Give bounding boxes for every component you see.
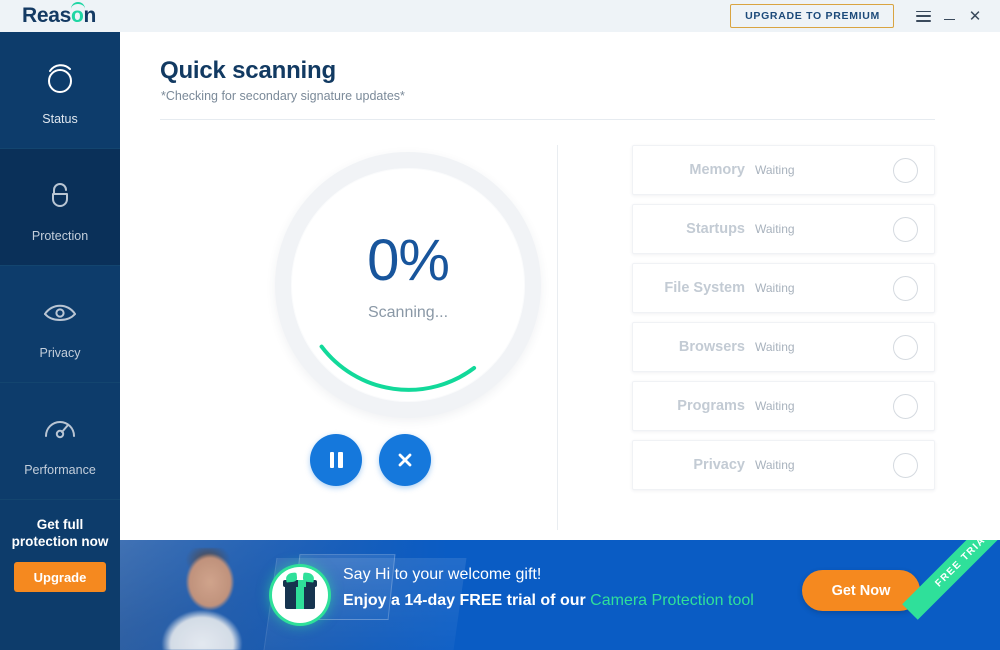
- logo-text-part2: n: [83, 4, 97, 27]
- scan-progress-panel: 0% Scanning...: [205, 142, 585, 486]
- pause-icon: [329, 452, 343, 468]
- sidebar-upgrade-button[interactable]: Upgrade: [14, 562, 106, 592]
- sidebar-item-label: Protection: [31, 228, 89, 243]
- stop-scan-button[interactable]: [379, 434, 431, 486]
- page-title: Quick scanning: [160, 57, 336, 84]
- gauge-icon: [39, 406, 81, 452]
- progress-percent: 0%: [367, 228, 450, 293]
- logo-accent-o: o: [71, 2, 86, 27]
- banner-text: Say Hi to your welcome gift! Enjoy a 14-…: [343, 566, 754, 610]
- progress-readout: 0% Scanning...: [275, 152, 541, 418]
- gift-box-shape: [283, 572, 317, 609]
- scan-item-status: Waiting: [755, 281, 795, 295]
- gift-icon: [272, 567, 328, 623]
- header-divider: [160, 119, 935, 120]
- title-bar: Reas on UPGRADE TO PREMIUM ✕: [0, 0, 1000, 32]
- sidebar-item-label: Privacy: [39, 345, 81, 360]
- progress-dial: 0% Scanning...: [275, 152, 541, 418]
- scan-item-indicator: [893, 275, 918, 301]
- logo-text-part1: Reas: [22, 4, 72, 27]
- banner-subline-prefix: Enjoy a 14-day FREE trial of our: [343, 592, 591, 609]
- scan-item-label: Programs: [677, 398, 745, 414]
- scan-item-startups[interactable]: Startups Waiting: [632, 204, 935, 254]
- progress-state: Scanning...: [367, 304, 449, 321]
- scan-item-status: Waiting: [755, 399, 795, 413]
- scan-item-label: Privacy: [693, 457, 745, 473]
- scan-item-label: Browsers: [678, 339, 745, 355]
- sidebar-promo: Get full protection now Upgrade: [0, 500, 120, 650]
- scan-item-label: File System: [664, 280, 745, 296]
- promo-title: Get full protection now: [11, 517, 109, 549]
- pause-scan-button[interactable]: [310, 434, 362, 486]
- scan-item-indicator: [893, 452, 918, 478]
- banner-headline: Say Hi to your welcome gift!: [343, 566, 542, 583]
- scan-item-indicator: [893, 393, 918, 419]
- sidebar-item-performance[interactable]: Performance: [0, 383, 120, 500]
- status-logo-icon: [40, 55, 80, 101]
- scan-items-list: Memory Waiting Startups Waiting File Sys…: [632, 145, 935, 499]
- main-content: Quick scanning *Checking for secondary s…: [120, 32, 1000, 540]
- scan-item-indicator: [893, 157, 918, 183]
- promo-banner[interactable]: Say Hi to your welcome gift! Enjoy a 14-…: [120, 540, 1000, 650]
- hamburger-menu-icon[interactable]: [910, 3, 936, 29]
- sidebar-item-privacy[interactable]: Privacy: [0, 266, 120, 383]
- scan-item-memory[interactable]: Memory Waiting: [632, 145, 935, 195]
- close-icon[interactable]: ✕: [962, 3, 988, 29]
- scan-item-status: Waiting: [755, 163, 795, 177]
- scan-item-label: Memory: [689, 162, 745, 178]
- app-logo: Reas on: [22, 2, 97, 28]
- sidebar-item-status[interactable]: Status: [0, 32, 120, 149]
- scan-item-status: Waiting: [755, 340, 795, 354]
- scan-item-indicator: [893, 334, 918, 360]
- sidebar-item-protection[interactable]: Protection: [0, 149, 120, 266]
- banner-subline: Enjoy a 14-day FREE trial of our Camera …: [343, 592, 754, 610]
- scan-item-privacy[interactable]: Privacy Waiting: [632, 440, 935, 490]
- banner-subline-highlight: Camera Protection tool: [590, 592, 754, 609]
- reason-antivirus-window: Reas on UPGRADE TO PREMIUM ✕ Status Prot…: [0, 0, 1000, 650]
- eye-icon: [38, 289, 82, 335]
- scan-item-label: Startups: [686, 221, 745, 237]
- titlebar-controls: UPGRADE TO PREMIUM ✕: [730, 3, 1000, 29]
- scan-controls: [310, 434, 431, 486]
- scan-item-status: Waiting: [755, 458, 795, 472]
- sidebar-item-label: Performance: [24, 462, 96, 477]
- upgrade-to-premium-button[interactable]: UPGRADE TO PREMIUM: [730, 4, 894, 28]
- sidebar-item-label: Status: [42, 111, 78, 126]
- minimize-icon[interactable]: [936, 3, 962, 29]
- scan-item-programs[interactable]: Programs Waiting: [632, 381, 935, 431]
- logo-swoosh-icon: [71, 2, 86, 9]
- close-icon: [398, 453, 412, 467]
- free-trial-ribbon-label: FREE TRIAL: [932, 540, 994, 590]
- banner-photo-person: [148, 548, 268, 650]
- scan-item-status: Waiting: [755, 222, 795, 236]
- scan-item-browsers[interactable]: Browsers Waiting: [632, 322, 935, 372]
- scan-item-file-system[interactable]: File System Waiting: [632, 263, 935, 313]
- sidebar: Status Protection Privacy Performance Ge…: [0, 32, 120, 650]
- unlock-icon: [40, 172, 80, 218]
- scan-item-indicator: [893, 216, 918, 242]
- vertical-divider: [557, 145, 558, 530]
- page-subtitle: *Checking for secondary signature update…: [161, 89, 405, 103]
